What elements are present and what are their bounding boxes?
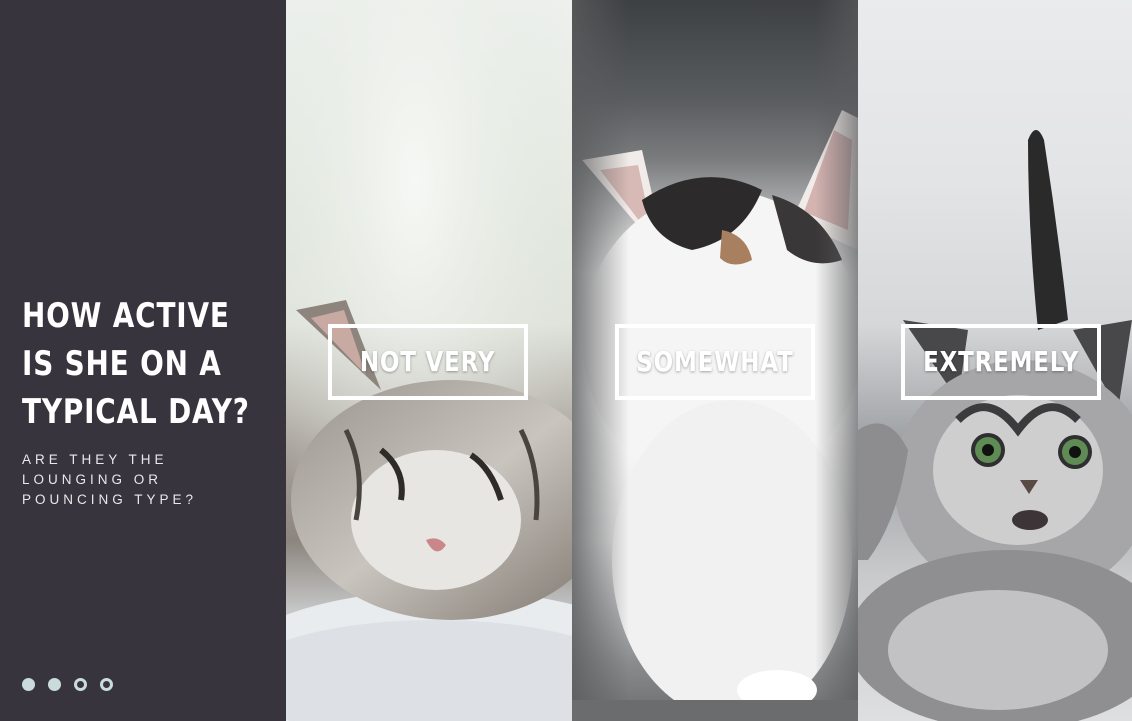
option-panel-not-very[interactable]: NOT VERY <box>286 0 572 721</box>
progress-dot-4[interactable] <box>100 678 113 691</box>
option-panel-extremely[interactable]: EXTREMELY <box>858 0 1132 721</box>
option-extremely-label: EXTREMELY <box>922 345 1080 378</box>
question-sidebar: HOW ACTIVE IS SHE ON A TYPICAL DAY? ARE … <box>0 0 286 721</box>
question-title: HOW ACTIVE IS SHE ON A TYPICAL DAY? <box>22 296 250 432</box>
option-extremely-button[interactable]: EXTREMELY <box>901 324 1101 400</box>
option-not-very-button[interactable]: NOT VERY <box>328 324 528 400</box>
option-not-very-label: NOT VERY <box>360 345 496 378</box>
progress-dot-1[interactable] <box>22 678 35 691</box>
progress-dots <box>22 678 113 691</box>
question-subtitle: ARE THEY THE LOUNGING OR POUNCING TYPE? <box>22 452 198 507</box>
progress-dot-3[interactable] <box>74 678 87 691</box>
quiz-screen: HOW ACTIVE IS SHE ON A TYPICAL DAY? ARE … <box>0 0 1132 721</box>
option-panel-somewhat[interactable]: SOMEWHAT <box>572 0 858 721</box>
option-somewhat-label: SOMEWHAT <box>636 345 794 378</box>
progress-dot-2[interactable] <box>48 678 61 691</box>
option-somewhat-button[interactable]: SOMEWHAT <box>615 324 815 400</box>
